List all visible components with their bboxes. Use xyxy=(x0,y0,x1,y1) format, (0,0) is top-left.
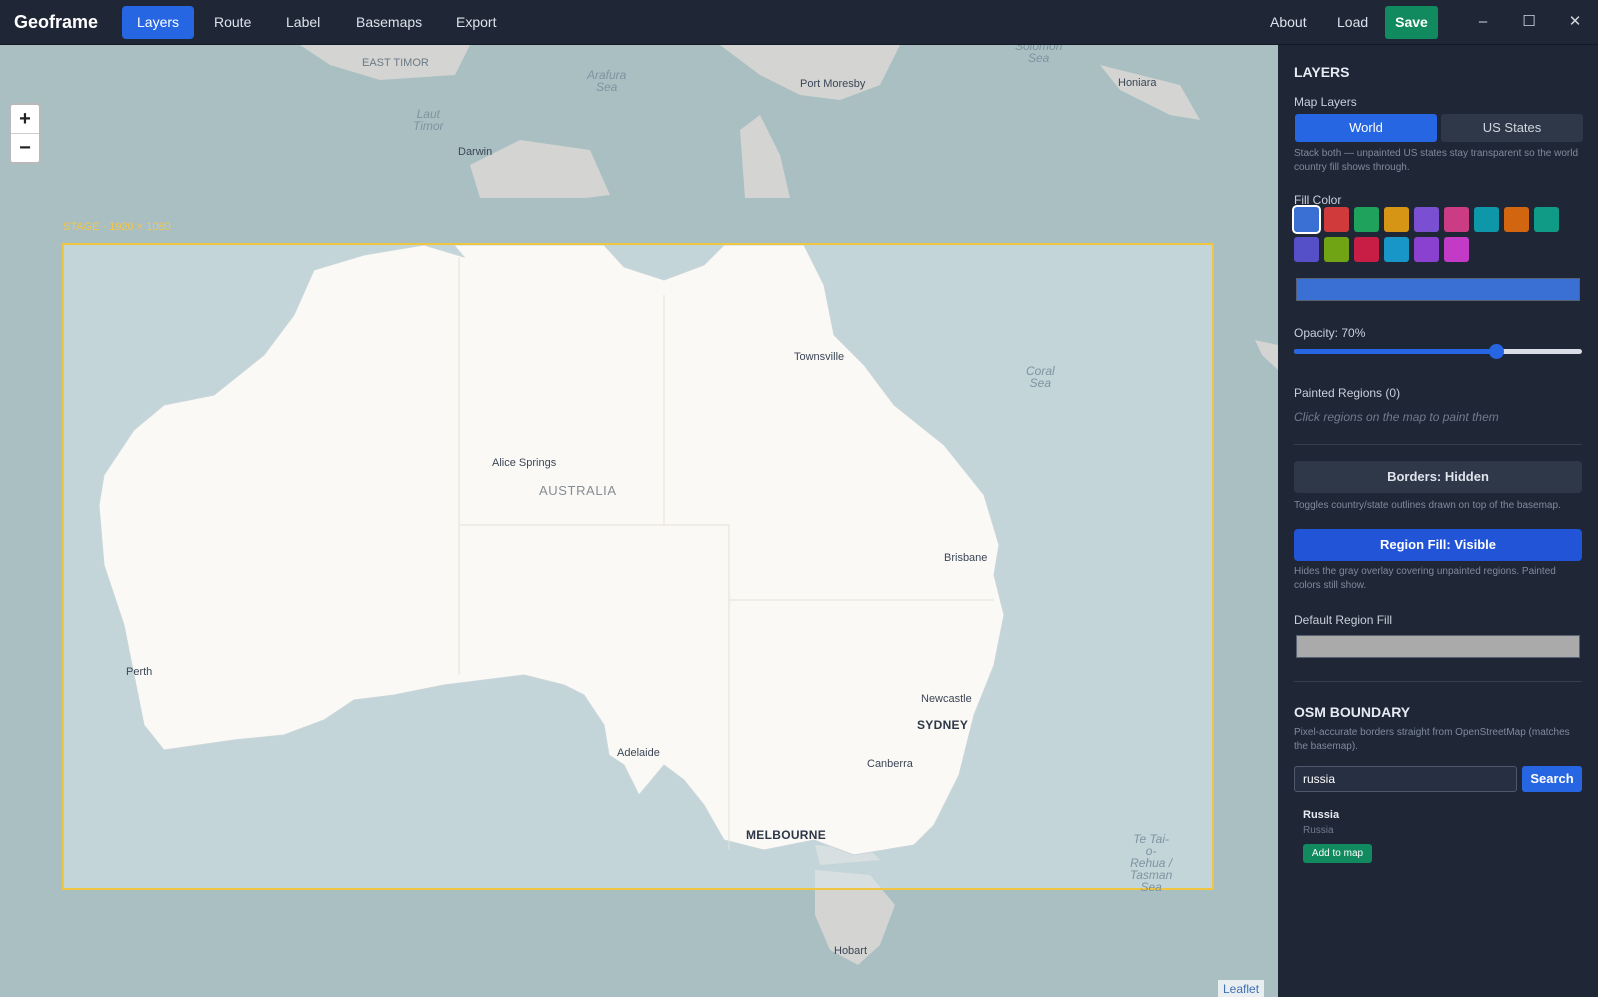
city-canberra: Canberra xyxy=(867,758,913,770)
stage-label: STAGE · 1920 × 1080 xyxy=(63,221,171,233)
color-swatch[interactable] xyxy=(1474,207,1499,232)
osm-search-input[interactable]: russia xyxy=(1294,766,1517,792)
save-button[interactable]: Save xyxy=(1385,6,1438,39)
city-melbourne: MELBOURNE xyxy=(746,828,827,842)
city-adelaide: Adelaide xyxy=(617,747,660,759)
color-swatch[interactable] xyxy=(1292,205,1321,234)
divider xyxy=(1294,681,1582,682)
opacity-slider[interactable] xyxy=(1294,344,1582,359)
top-bar: Geoframe Layers Route Label Basemaps Exp… xyxy=(0,0,1598,45)
australia-map xyxy=(98,245,1005,856)
label-australia: AUSTRALIA xyxy=(539,483,617,498)
region-fill-toggle-button[interactable]: Region Fill: Visible xyxy=(1294,529,1582,561)
close-icon[interactable]: ✕ xyxy=(1564,11,1586,33)
osm-hint: Pixel-accurate borders straight from Ope… xyxy=(1294,727,1570,752)
maximize-icon[interactable]: ☐ xyxy=(1518,11,1540,33)
minimize-icon[interactable]: – xyxy=(1472,11,1494,33)
tab-label[interactable]: Label xyxy=(271,6,335,39)
color-swatch[interactable] xyxy=(1504,207,1529,232)
layers-panel: LAYERS Map Layers World US States Stack … xyxy=(1278,45,1598,997)
opacity-label: Opacity: 70% xyxy=(1294,326,1366,340)
tab-route[interactable]: Route xyxy=(199,6,266,39)
zoom-out-button[interactable]: − xyxy=(11,134,39,163)
zoom-in-button[interactable]: + xyxy=(11,105,39,134)
map-canvas[interactable]: EAST TIMOR Arafura Sea Laut Timor Solomo… xyxy=(0,45,1278,997)
city-hobart: Hobart xyxy=(834,945,868,957)
city-sydney: SYDNEY xyxy=(917,718,969,732)
leaflet-attribution[interactable]: Leaflet xyxy=(1218,980,1265,997)
borders-toggle-button[interactable]: Borders: Hidden xyxy=(1294,461,1582,493)
result-title[interactable]: Russia xyxy=(1303,809,1339,821)
label-laut-timor: Laut Timor xyxy=(413,107,444,133)
result-subtitle: Russia xyxy=(1303,825,1334,836)
label-coral-sea: Coral Sea xyxy=(1026,364,1055,390)
color-swatch[interactable] xyxy=(1414,207,1439,232)
color-swatch[interactable] xyxy=(1294,237,1319,262)
borders-hint: Toggles country/state outlines drawn on … xyxy=(1294,500,1561,511)
label-solomon-sea: Solomon Sea xyxy=(1015,45,1063,65)
color-swatch[interactable] xyxy=(1354,207,1379,232)
color-swatch[interactable] xyxy=(1324,237,1349,262)
new-guinea-land xyxy=(720,45,900,100)
fill-color-picker[interactable] xyxy=(1296,278,1580,301)
city-perth: Perth xyxy=(126,666,153,678)
color-swatch[interactable] xyxy=(1444,237,1469,262)
app-title: Geoframe xyxy=(14,12,99,32)
city-newcastle: Newcastle xyxy=(921,693,972,705)
color-swatch[interactable] xyxy=(1384,237,1409,262)
solomon-land xyxy=(1100,65,1200,120)
stage-frame: AUSTRALIA Townsville Alice Springs Brisb… xyxy=(62,243,1214,890)
fill-color-label: Fill Color xyxy=(1294,193,1342,207)
default-region-fill-picker[interactable] xyxy=(1296,635,1580,658)
add-to-map-button[interactable]: Add to map xyxy=(1303,844,1372,863)
layers-hint: Stack both — unpainted US states stay tr… xyxy=(1294,148,1579,173)
label-tasman-sea: Te Tai- o- Rehua / Tasman Sea xyxy=(1130,832,1173,894)
color-swatch[interactable] xyxy=(1534,207,1559,232)
load-button[interactable]: Load xyxy=(1337,6,1368,39)
panel-title: LAYERS xyxy=(1294,64,1350,80)
divider xyxy=(1294,444,1582,445)
city-honiara: Honiara xyxy=(1118,77,1157,89)
about-button[interactable]: About xyxy=(1270,6,1307,39)
city-alice-springs: Alice Springs xyxy=(492,457,557,469)
new-zealand-edge xyxy=(1255,340,1278,370)
tab-export[interactable]: Export xyxy=(441,6,511,39)
color-swatch[interactable] xyxy=(1444,207,1469,232)
city-brisbane: Brisbane xyxy=(944,552,988,564)
region-fill-hint: Hides the gray overlay covering unpainte… xyxy=(1294,566,1556,591)
painted-regions-hint: Click regions on the map to paint them xyxy=(1294,410,1499,424)
painted-regions-label: Painted Regions (0) xyxy=(1294,386,1401,400)
label-arafura-sea: Arafura Sea xyxy=(587,68,627,94)
zoom-control: + − xyxy=(9,103,41,164)
layer-us-states-button[interactable]: US States xyxy=(1441,114,1583,142)
city-townsville: Townsville xyxy=(794,351,845,363)
layer-world-button[interactable]: World xyxy=(1295,114,1437,142)
label-east-timor: EAST TIMOR xyxy=(362,57,429,69)
default-region-fill-label: Default Region Fill xyxy=(1294,613,1393,627)
map-layers-label: Map Layers xyxy=(1294,95,1357,109)
color-swatch[interactable] xyxy=(1324,207,1349,232)
color-swatch[interactable] xyxy=(1354,237,1379,262)
color-swatch[interactable] xyxy=(1384,207,1409,232)
city-port-moresby: Port Moresby xyxy=(800,78,866,90)
opacity-slider-fill xyxy=(1294,349,1496,354)
tab-basemaps[interactable]: Basemaps xyxy=(341,6,437,39)
city-darwin: Darwin xyxy=(458,146,493,158)
cape-york-top xyxy=(740,115,790,198)
osm-boundary-title: OSM BOUNDARY xyxy=(1294,704,1411,720)
color-swatch[interactable] xyxy=(1414,237,1439,262)
opacity-slider-thumb[interactable] xyxy=(1488,344,1504,359)
osm-search-button[interactable]: Search xyxy=(1522,766,1582,792)
tab-layers[interactable]: Layers xyxy=(122,6,195,39)
